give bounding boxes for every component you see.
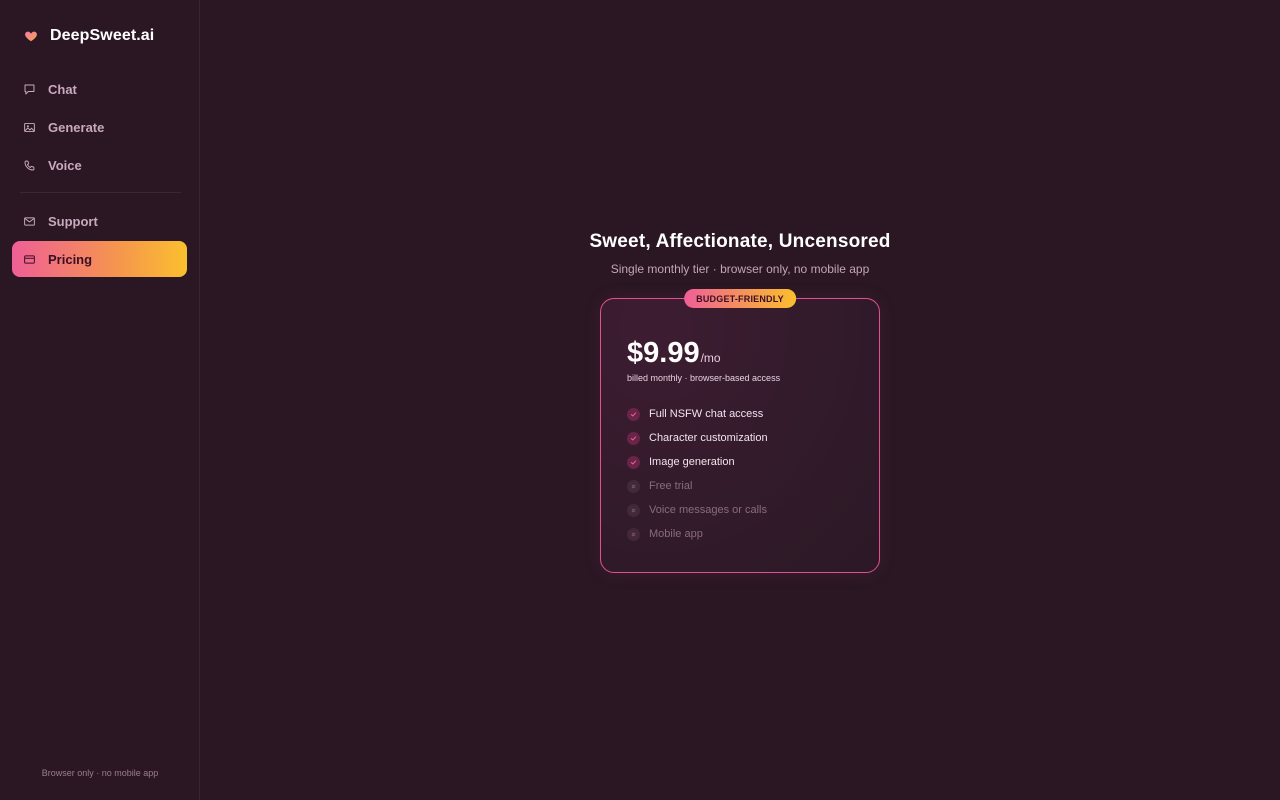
plan-badge: BUDGET-FRIENDLY xyxy=(684,289,796,308)
sidebar-footer-note: Browser only · no mobile app xyxy=(41,768,159,778)
chat-bubble-icon xyxy=(23,83,36,96)
sidebar-item-pricing[interactable]: Pricing xyxy=(12,241,187,277)
heart-icon xyxy=(24,29,38,43)
sidebar-item-label: Chat xyxy=(48,81,77,97)
plan-billing-note: billed monthly · browser-based access xyxy=(627,373,781,383)
sidebar-divider xyxy=(20,192,181,193)
feature-item: Mobile app xyxy=(627,522,768,546)
brand-name: DeepSweet.ai xyxy=(50,27,155,44)
sidebar-item-label: Voice xyxy=(48,157,82,173)
sidebar-item-label: Generate xyxy=(48,119,105,135)
credit-card-icon xyxy=(23,253,36,266)
feature-item: Character customization xyxy=(627,426,768,450)
feature-item: Full NSFW chat access xyxy=(627,402,768,426)
sidebar-item-label: Pricing xyxy=(48,251,93,267)
feature-label: Voice messages or calls xyxy=(649,504,767,516)
check-icon xyxy=(627,431,640,445)
x-icon xyxy=(627,479,640,493)
sidebar: DeepSweet.ai Chat Generate Voice Support… xyxy=(0,0,200,800)
phone-icon xyxy=(23,159,36,172)
pricing-card: BUDGET-FRIENDLY $9.99 /mo billed monthly… xyxy=(600,289,880,573)
check-icon xyxy=(627,407,640,421)
feature-item: Image generation xyxy=(627,450,768,474)
x-icon xyxy=(627,503,640,517)
feature-item: Free trial xyxy=(627,474,768,498)
sidebar-item-label: Support xyxy=(48,213,98,229)
feature-item: Voice messages or calls xyxy=(627,498,768,522)
page-subtitle: Single monthly tier · browser only, no m… xyxy=(610,262,870,276)
page-title: Sweet, Affectionate, Uncensored xyxy=(589,231,891,252)
feature-label: Full NSFW chat access xyxy=(649,408,764,420)
brand[interactable]: DeepSweet.ai xyxy=(24,26,154,46)
main-content: Sweet, Affectionate, Uncensored Single m… xyxy=(200,0,1280,800)
plan-price: $9.99 xyxy=(627,337,700,369)
feature-label: Character customization xyxy=(649,432,768,444)
sidebar-item-generate[interactable]: Generate xyxy=(12,109,187,145)
mail-icon xyxy=(23,215,36,228)
app-root: DeepSweet.ai Chat Generate Voice Support… xyxy=(0,0,1280,800)
sidebar-nav: Chat Generate Voice xyxy=(12,71,187,185)
feature-label: Image generation xyxy=(649,456,735,468)
check-icon xyxy=(627,455,640,469)
plan-period: /mo xyxy=(700,351,721,365)
sidebar-item-support[interactable]: Support xyxy=(12,203,187,239)
sidebar-item-chat[interactable]: Chat xyxy=(12,71,187,107)
x-icon xyxy=(627,527,640,541)
price-row: $9.99 /mo xyxy=(627,337,721,370)
sidebar-item-voice[interactable]: Voice xyxy=(12,147,187,183)
sidebar-nav-secondary: Support Pricing xyxy=(12,203,187,279)
feature-label: Mobile app xyxy=(649,528,703,540)
feature-list: Full NSFW chat access Character customiz… xyxy=(627,402,768,546)
image-icon xyxy=(23,121,36,134)
feature-label: Free trial xyxy=(649,480,693,492)
